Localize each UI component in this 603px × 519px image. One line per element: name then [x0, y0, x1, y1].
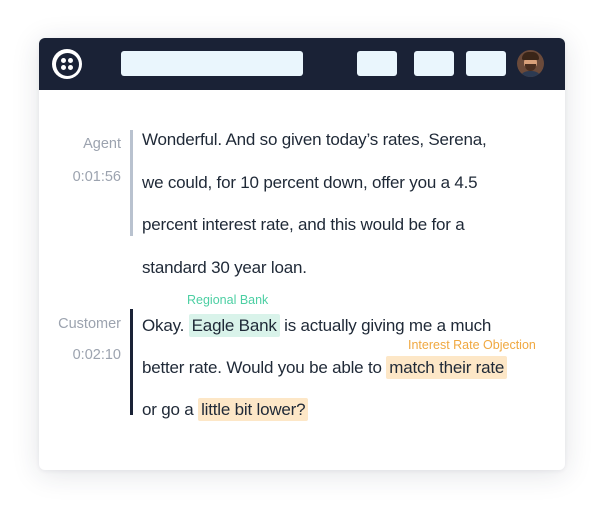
customer-line-1: Okay. Eagle Bank is actually giving me a…: [142, 314, 492, 337]
objection-tag-label: Interest Rate Objection: [408, 338, 536, 352]
objection-highlight-2[interactable]: little bit lower?: [198, 398, 309, 421]
agent-line-3: percent interest rate, and this would be…: [142, 215, 465, 234]
customer-line-3-start: or go a: [142, 400, 199, 419]
objection-highlight-1[interactable]: match their rate: [386, 356, 508, 379]
transcript-card: Agent 0:01:56 Wonderful. And so given to…: [39, 38, 565, 470]
twilio-logo-icon[interactable]: [52, 49, 82, 79]
toolbar-button-1[interactable]: [357, 51, 397, 76]
customer-line-3: or go a little bit lower?: [142, 398, 309, 421]
top-navigation-bar: [39, 38, 565, 90]
customer-role-label: Customer: [58, 316, 121, 332]
customer-timestamp: 0:02:10: [72, 347, 121, 363]
customer-line-1-start: Okay.: [142, 316, 189, 335]
agent-role-label: Agent: [83, 136, 121, 152]
customer-line-2-start: better rate. Would you be able to: [142, 358, 387, 377]
toolbar-button-2[interactable]: [414, 51, 454, 76]
toolbar-button-3[interactable]: [466, 51, 506, 76]
customer-line-1-end: is actually giving me a much: [279, 316, 492, 335]
agent-timestamp: 0:01:56: [72, 169, 121, 185]
customer-speaker-bar: [130, 309, 133, 415]
agent-line-4: standard 30 year loan.: [142, 258, 307, 277]
user-avatar[interactable]: [517, 50, 544, 77]
entity-tag-label: Regional Bank: [187, 293, 269, 307]
customer-line-2: better rate. Would you be able to match …: [142, 356, 508, 379]
agent-speaker-bar: [130, 130, 133, 236]
search-bar[interactable]: [121, 51, 303, 76]
agent-line-2: we could, for 10 percent down, offer you…: [142, 173, 478, 192]
agent-line-1: Wonderful. And so given today’s rates, S…: [142, 130, 487, 149]
entity-highlight[interactable]: Eagle Bank: [188, 314, 280, 337]
